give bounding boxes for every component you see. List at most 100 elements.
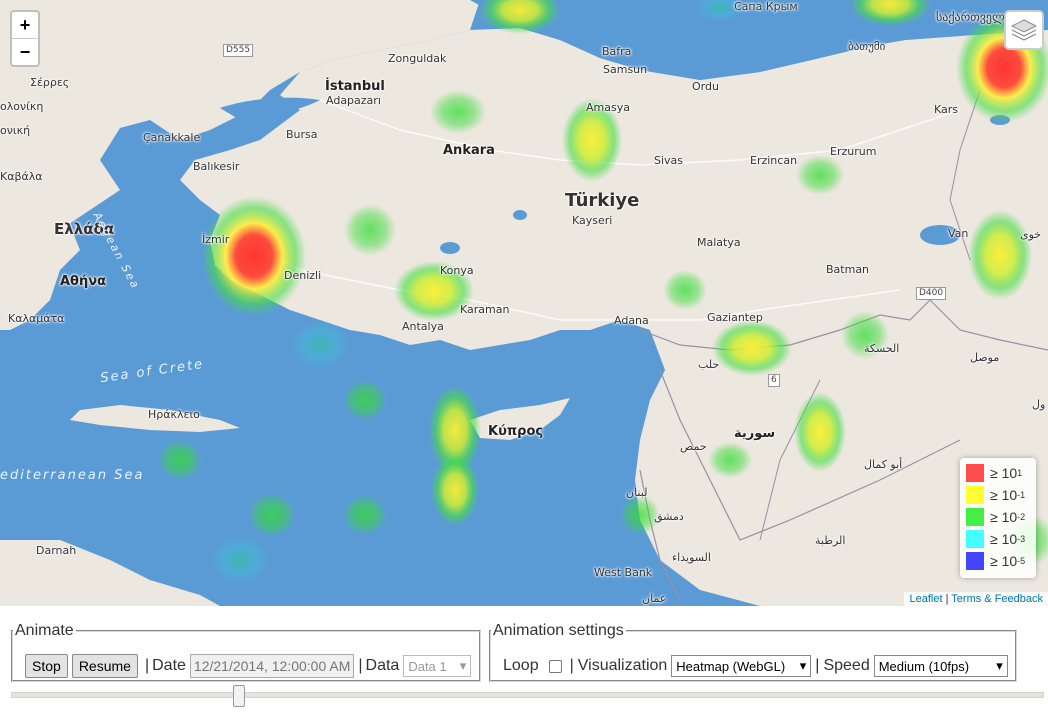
legend-label: ≥ 10 — [990, 487, 1018, 503]
legend-item: ≥ 10 -5 — [966, 550, 1025, 572]
label-suwayda: السويداء — [672, 551, 711, 564]
label-erzurum: Erzurum — [830, 145, 877, 158]
separator: | — [569, 657, 574, 674]
legend-exponent: -2 — [1017, 512, 1026, 522]
label-van: Van — [948, 227, 969, 240]
label-west-bank: West Bank — [594, 566, 653, 579]
zoom-out-button[interactable]: − — [12, 38, 38, 65]
layers-control[interactable] — [1004, 10, 1044, 50]
label-kavala: Καβάλα — [0, 170, 43, 183]
label-amasya: Amasya — [586, 101, 630, 114]
separator: | — [815, 657, 820, 674]
label-cyprus: Κύπρος — [488, 424, 544, 439]
legend-label: ≥ 10 — [990, 509, 1018, 525]
label-georgia: საქართველ — [936, 10, 1005, 24]
legend-swatch — [966, 508, 984, 526]
terms-link[interactable]: Terms & Feedback — [951, 593, 1043, 605]
label-denizli: Denizli — [284, 269, 322, 282]
layers-icon — [1010, 19, 1038, 41]
label-khoy: خوی — [1020, 228, 1042, 241]
label-heraklion: Ηράκλειο — [148, 408, 200, 421]
legend-item: ≥ 10 -1 — [966, 484, 1025, 506]
map[interactable]: Ελλάδα Αθήνα Καλαμάτα Ηράκλειο Σέρρες ολ… — [0, 0, 1048, 606]
speed-select-value: Medium (10fps) — [878, 658, 970, 674]
label-abu-kamal: أبو كمال — [864, 458, 903, 471]
label-ankara: Ankara — [443, 143, 495, 158]
visualization-select-value: Heatmap (WebGL) — [676, 658, 786, 674]
label-rutba: الرطبة — [815, 534, 846, 547]
legend-item: ≥ 10 -3 — [966, 528, 1025, 550]
road-shield-6: 6 — [768, 374, 780, 387]
label-kayseri: Kayseri — [572, 214, 613, 227]
label-canakkale: Çanakkale — [143, 131, 201, 144]
label-konya: Konya — [440, 264, 474, 277]
label-karaman: Karaman — [460, 303, 510, 316]
road-shield-d555: D555 — [223, 44, 254, 57]
chevron-down-icon: ▾ — [799, 658, 807, 673]
label-north: Сапа Крым — [734, 0, 798, 13]
label-istanbul: İstanbul — [325, 79, 385, 94]
legend-exponent: -5 — [1017, 556, 1026, 566]
animation-settings-legend: Animation settings — [493, 622, 624, 639]
label-hasakah: الحسكة — [864, 342, 900, 355]
heatmap-legend: ≥ 10 1 ≥ 10 -1 ≥ 10 -2 ≥ 10 -3 ≥ 10 -5 — [960, 458, 1036, 578]
zoom-in-button[interactable]: + — [12, 12, 38, 38]
label-samsun: Samsun — [603, 63, 648, 76]
legend-label: ≥ 10 — [990, 553, 1018, 569]
settings-row: Loop | Visualization Heatmap (WebGL) ▾ | … — [503, 655, 1012, 677]
label-thessaloniki: ολονίκη — [0, 100, 44, 113]
data-select[interactable]: Data 1 ▾ — [403, 655, 472, 677]
visualization-label: Visualization — [577, 657, 668, 674]
legend-exponent: 1 — [1017, 468, 1023, 478]
date-field[interactable]: 12/21/2014, 12:00:00 AM — [189, 654, 355, 678]
label-serres: Σέρρες — [30, 76, 70, 89]
legend-swatch — [966, 530, 984, 548]
label-mediterranean-sea: editerranean Sea — [0, 468, 145, 483]
chevron-down-icon: ▾ — [459, 658, 467, 673]
label-batumi: ბათუმი — [848, 40, 886, 53]
control-panel: Animate Stop Resume | Date 12/21/2014, 1… — [0, 606, 1048, 718]
label-athens: Αθήνα — [60, 274, 107, 289]
label-zonguldak: Zonguldak — [388, 52, 447, 65]
label-ordu: Ordu — [692, 80, 719, 93]
leaflet-link[interactable]: Leaflet — [909, 593, 942, 605]
label-batman: Batman — [826, 263, 870, 276]
label-erzincan: Erzincan — [750, 154, 798, 167]
label-balikesir: Balıkesir — [193, 160, 240, 173]
loop-checkbox[interactable] — [548, 659, 562, 673]
legend-swatch — [966, 486, 984, 504]
timeline-slider-handle[interactable] — [232, 685, 245, 707]
data-select-value: Data 1 — [408, 658, 447, 674]
legend-exponent: -1 — [1017, 490, 1026, 500]
label-syria: سورية — [734, 426, 776, 441]
label-homs: حمص — [680, 440, 707, 453]
label-gaziantep: Gaziantep — [707, 311, 763, 324]
separator: | — [144, 657, 150, 674]
loop-label: Loop — [503, 657, 539, 674]
label-bursa: Bursa — [286, 128, 318, 141]
label-darnah: Darnah — [36, 544, 77, 557]
label-thessaloniki-2: ονική — [0, 124, 31, 137]
road-shield-d400: D400 — [916, 287, 947, 300]
label-sivas: Sivas — [654, 154, 684, 167]
label-kalamata: Καλαμάτα — [8, 312, 65, 325]
legend-label: ≥ 10 — [990, 465, 1018, 481]
label-aleppo: حلب — [698, 358, 720, 371]
speed-label: Speed — [823, 657, 870, 674]
timeline-slider[interactable] — [11, 692, 1044, 698]
legend-swatch — [966, 464, 984, 482]
speed-select[interactable]: Medium (10fps) ▾ — [873, 655, 1008, 677]
resume-button[interactable]: Resume — [71, 654, 138, 678]
label-mosul: موصل — [970, 351, 1000, 364]
visualization-select[interactable]: Heatmap (WebGL) ▾ — [671, 655, 812, 677]
attribution-separator: | — [942, 593, 952, 605]
animate-legend: Animate — [15, 622, 74, 639]
label-malatya: Malatya — [697, 236, 741, 249]
separator: | — [358, 657, 363, 674]
zoom-control: + − — [10, 10, 40, 67]
animate-fieldset: Animate Stop Resume | Date 12/21/2014, 1… — [11, 622, 481, 682]
stop-button[interactable]: Stop — [25, 654, 68, 678]
legend-item: ≥ 10 -2 — [966, 506, 1025, 528]
attribution: Leaflet | Terms & Feedback — [904, 592, 1048, 606]
label-kars: Kars — [934, 103, 959, 116]
